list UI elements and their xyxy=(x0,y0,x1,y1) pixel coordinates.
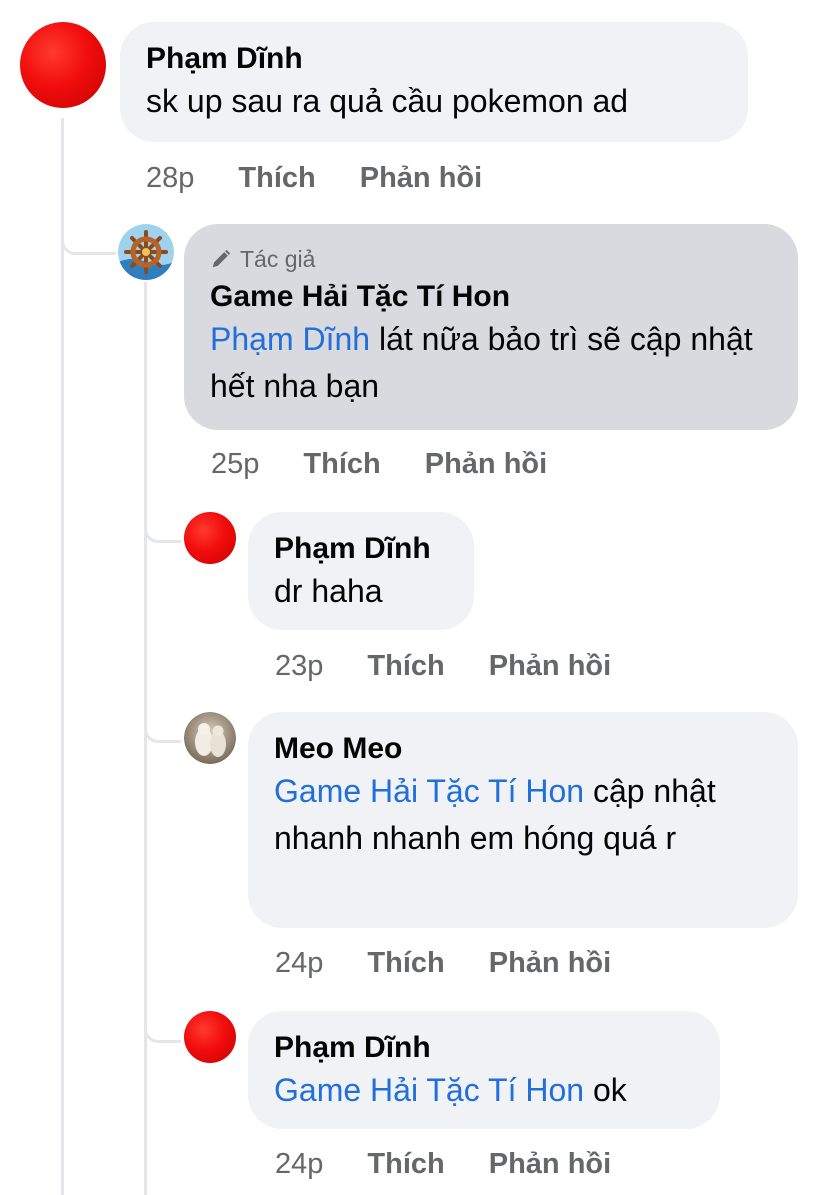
comment-text: sk up sau ra quả cầu pokemon ad xyxy=(146,83,629,119)
avatar[interactable] xyxy=(184,1011,236,1063)
comment-actions: 23p Thích Phản hồi xyxy=(275,648,611,684)
mention-link[interactable]: Game Hải Tặc Tí Hon xyxy=(274,1072,584,1108)
ship-wheel-logo xyxy=(118,224,174,280)
like-button[interactable]: Thích xyxy=(367,648,444,684)
author-badge: Tác giả xyxy=(210,244,772,274)
comment-author[interactable]: Phạm Dĩnh xyxy=(274,530,448,568)
page-avatar[interactable] xyxy=(118,224,174,280)
thread-connector xyxy=(144,490,181,543)
comment-bubble: Phạm Dĩnh dr haha xyxy=(248,512,474,630)
comment-actions: 28p Thích Phản hồi xyxy=(146,160,482,196)
comment-text: Phạm Dĩnh lát nữa bảo trì sẽ cập nhật hế… xyxy=(210,316,772,410)
comment-timestamp[interactable]: 25p xyxy=(211,446,259,482)
like-button[interactable]: Thích xyxy=(367,945,444,981)
reply-button[interactable]: Phản hồi xyxy=(425,446,547,482)
thread-connector xyxy=(61,200,116,255)
avatar[interactable] xyxy=(184,712,236,764)
like-button[interactable]: Thích xyxy=(367,1146,444,1182)
avatar[interactable] xyxy=(20,22,106,108)
thread-connector xyxy=(144,690,181,743)
comment-author[interactable]: Phạm Dĩnh xyxy=(274,1029,694,1067)
comment-actions: 24p Thích Phản hồi xyxy=(275,1146,611,1182)
cat-photo xyxy=(184,712,236,764)
thread-line-replies xyxy=(144,282,147,1195)
comment-author[interactable]: Phạm Dĩnh xyxy=(146,40,722,78)
comment-text: dr haha xyxy=(274,573,383,609)
comment-actions: 24p Thích Phản hồi xyxy=(275,945,611,981)
avatar[interactable] xyxy=(184,512,236,564)
reply-button[interactable]: Phản hồi xyxy=(489,945,611,981)
comment-bubble-author: Tác giả Game Hải Tặc Tí Hon Phạm Dĩnh lá… xyxy=(184,224,798,430)
mention-link[interactable]: Phạm Dĩnh xyxy=(210,321,370,357)
pencil-icon xyxy=(212,249,231,268)
comment-bubble: Phạm Dĩnh sk up sau ra quả cầu pokemon a… xyxy=(120,22,748,142)
comment-text: Game Hải Tặc Tí Hon ok xyxy=(274,1067,694,1114)
mention-link[interactable]: Game Hải Tặc Tí Hon xyxy=(274,773,584,809)
reply-button[interactable]: Phản hồi xyxy=(489,1146,611,1182)
reply-button[interactable]: Phản hồi xyxy=(360,160,482,196)
comment-author[interactable]: Game Hải Tặc Tí Hon xyxy=(210,278,772,316)
comment-timestamp[interactable]: 24p xyxy=(275,945,323,981)
thread-line-main xyxy=(61,118,64,1195)
comment-body: ok xyxy=(584,1072,627,1108)
author-badge-label: Tác giả xyxy=(240,246,316,272)
comment-author[interactable]: Meo Meo xyxy=(274,730,772,768)
comment-bubble: Meo Meo Game Hải Tặc Tí Hon cập nhật nha… xyxy=(248,712,798,928)
comment-timestamp[interactable]: 24p xyxy=(275,1146,323,1182)
reply-button[interactable]: Phản hồi xyxy=(489,648,611,684)
comment-bubble: Phạm Dĩnh Game Hải Tặc Tí Hon ok xyxy=(248,1011,720,1129)
comment-timestamp[interactable]: 28p xyxy=(146,160,194,196)
comment-text: Game Hải Tặc Tí Hon cập nhật nhanh nhanh… xyxy=(274,768,772,862)
like-button[interactable]: Thích xyxy=(303,446,380,482)
thread-connector xyxy=(144,990,181,1043)
like-button[interactable]: Thích xyxy=(238,160,315,196)
comment-timestamp[interactable]: 23p xyxy=(275,648,323,684)
comment-actions: 25p Thích Phản hồi xyxy=(211,446,547,482)
